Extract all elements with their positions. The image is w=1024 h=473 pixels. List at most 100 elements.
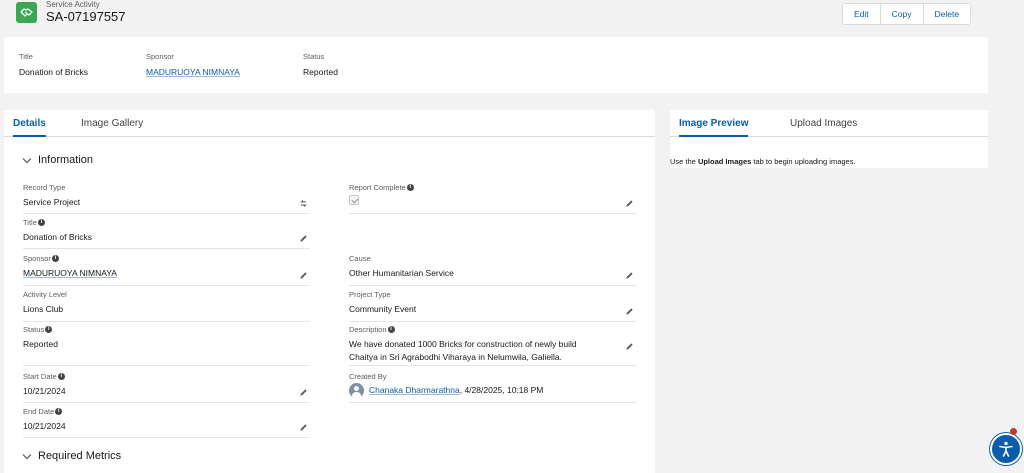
highlight-sponsor-link[interactable]: MADURUOYA NIMNAYA — [146, 67, 240, 77]
field-value: Donation of Bricks — [23, 232, 92, 242]
chevron-down-icon — [22, 450, 32, 459]
field-label: Status i — [23, 325, 53, 334]
field-status: Status i Reported — [23, 325, 310, 366]
section-information-title: Information — [38, 154, 94, 166]
copy-button[interactable]: Copy — [879, 4, 923, 24]
field-label: End Date i — [23, 407, 63, 416]
instruction-bold: Upload Images — [697, 157, 752, 166]
report-complete-checkbox — [349, 195, 359, 205]
section-required-metrics-title: Required Metrics — [38, 450, 122, 462]
highlight-title-label: Title — [19, 52, 33, 61]
record-title: SA-07197557 — [46, 9, 126, 24]
accessibility-icon — [999, 441, 1013, 457]
field-label: Report Complete i — [349, 183, 414, 192]
edit-pencil-icon[interactable] — [299, 234, 308, 243]
field-value: Service Project — [23, 197, 81, 207]
field-value: 10/21/2024 — [23, 386, 66, 396]
notification-badge — [1010, 428, 1017, 435]
main-tab-bar: Details Image Gallery — [4, 110, 655, 137]
field-label: Sponsor i — [23, 254, 59, 263]
field-label: Start Date i — [23, 372, 65, 381]
delete-button[interactable]: Delete — [922, 4, 971, 24]
info-icon[interactable]: i — [55, 408, 63, 415]
edit-pencil-icon[interactable] — [299, 423, 308, 432]
highlight-status-label: Status — [303, 52, 325, 61]
sponsor-link[interactable]: MADURUOYA NIMNAYA — [23, 267, 117, 280]
field-start-date: Start Date i 10/21/2024 — [23, 372, 310, 403]
image-preview-card: Image Preview Upload Images Use the Uplo… — [670, 110, 988, 168]
edit-pencil-icon[interactable] — [625, 199, 634, 208]
tab-upload-images[interactable]: Upload Images — [790, 110, 857, 137]
field-label: Created By — [349, 372, 387, 381]
created-by-user-link[interactable]: Chanaka Dharmarathna — [369, 385, 460, 395]
field-sponsor: Sponsor i MADURUOYA NIMNAYA — [23, 254, 310, 286]
details-card: Details Image Gallery Information Record… — [4, 110, 655, 473]
field-label: Description i — [349, 325, 395, 334]
field-value: Chanaka Dharmarathna, 4/28/2025, 10:18 P… — [349, 383, 543, 398]
field-report-complete: Report Complete i — [349, 183, 636, 214]
section-required-metrics-header[interactable]: Required Metrics — [22, 450, 122, 462]
field-label: Activity Level — [23, 290, 67, 299]
upload-instructions: Use the Upload Images tab to begin uploa… — [670, 157, 856, 166]
field-value: We have donated 1000 Bricks for construc… — [349, 338, 577, 364]
field-activity-level: Activity Level Lions Club — [23, 290, 310, 322]
field-value: Other Humanitarian Service — [349, 268, 454, 278]
edit-pencil-icon[interactable] — [625, 342, 634, 351]
chevron-down-icon — [22, 154, 32, 163]
info-icon[interactable]: i — [57, 373, 65, 380]
field-project-type: Project Type Community Event — [349, 290, 636, 322]
field-value: Reported — [23, 339, 58, 349]
highlight-title: Title Donation of Bricks — [19, 52, 88, 77]
edit-pencil-icon[interactable] — [299, 388, 308, 397]
edit-button[interactable]: Edit — [843, 4, 880, 24]
highlights-panel: Title Donation of Bricks Sponsor MADURUO… — [4, 37, 988, 93]
field-description: Description i We have donated 1000 Bricks… — [349, 325, 636, 366]
field-record-type: Record Type Service Project — [23, 183, 310, 214]
handshake-icon — [16, 2, 37, 23]
page-header: Service Activity SA-07197557 Edit Copy D… — [0, 0, 988, 36]
field-cause: Cause Other Humanitarian Service — [349, 254, 636, 286]
description-line: We have donated 1000 Bricks for construc… — [349, 339, 577, 349]
section-information-header[interactable]: Information — [22, 154, 94, 166]
field-value: 10/21/2024 — [23, 421, 66, 431]
change-record-type-icon[interactable] — [299, 199, 308, 208]
action-button-group: Edit Copy Delete — [842, 3, 972, 25]
info-icon[interactable]: i — [37, 219, 45, 226]
field-label-text: Status — [23, 325, 45, 334]
field-label-text: Sponsor — [23, 254, 51, 263]
info-icon[interactable]: i — [406, 184, 414, 191]
field-label-text: Report Complete — [349, 183, 406, 192]
field-value — [349, 195, 359, 209]
user-avatar — [349, 383, 364, 398]
tab-image-gallery[interactable]: Image Gallery — [81, 110, 143, 137]
field-value: Community Event — [349, 304, 417, 314]
field-label: Title i — [23, 218, 45, 227]
accessibility-button[interactable] — [990, 433, 1022, 465]
info-icon[interactable]: i — [45, 326, 53, 333]
instruction-suffix: tab to begin uploading images. — [751, 157, 856, 166]
instruction-prefix: Use the — [670, 157, 698, 166]
field-label: Record Type — [23, 183, 66, 192]
field-value: Lions Club — [23, 304, 64, 314]
tab-details[interactable]: Details — [13, 110, 46, 137]
field-label-text: End Date — [23, 407, 55, 416]
tab-image-preview[interactable]: Image Preview — [679, 110, 749, 137]
edit-pencil-icon[interactable] — [625, 307, 634, 316]
side-tab-bar: Image Preview Upload Images — [670, 110, 988, 137]
info-icon[interactable]: i — [51, 255, 59, 262]
field-label: Project Type — [349, 290, 391, 299]
field-label: Cause — [349, 254, 371, 263]
field-title: Title i Donation of Bricks — [23, 218, 310, 249]
field-label-text: Start Date — [23, 372, 57, 381]
object-label: Service Activity — [46, 0, 100, 9]
highlight-sponsor-label: Sponsor — [146, 52, 174, 61]
edit-pencil-icon[interactable] — [299, 271, 308, 280]
edit-pencil-icon[interactable] — [625, 271, 634, 280]
field-label-text: Description — [349, 325, 387, 334]
created-by-date: , 4/28/2025, 10:18 PM — [459, 384, 544, 395]
info-icon[interactable]: i — [387, 326, 395, 333]
highlight-title-value: Donation of Bricks — [19, 67, 88, 77]
highlight-status: Status Reported — [303, 52, 338, 77]
field-created-by: Created By Chanaka Dharmarathna, 4/28/20… — [349, 372, 636, 403]
description-line: Chaitya in Sri Agrabodhi Viharaya in Nel… — [349, 352, 562, 362]
